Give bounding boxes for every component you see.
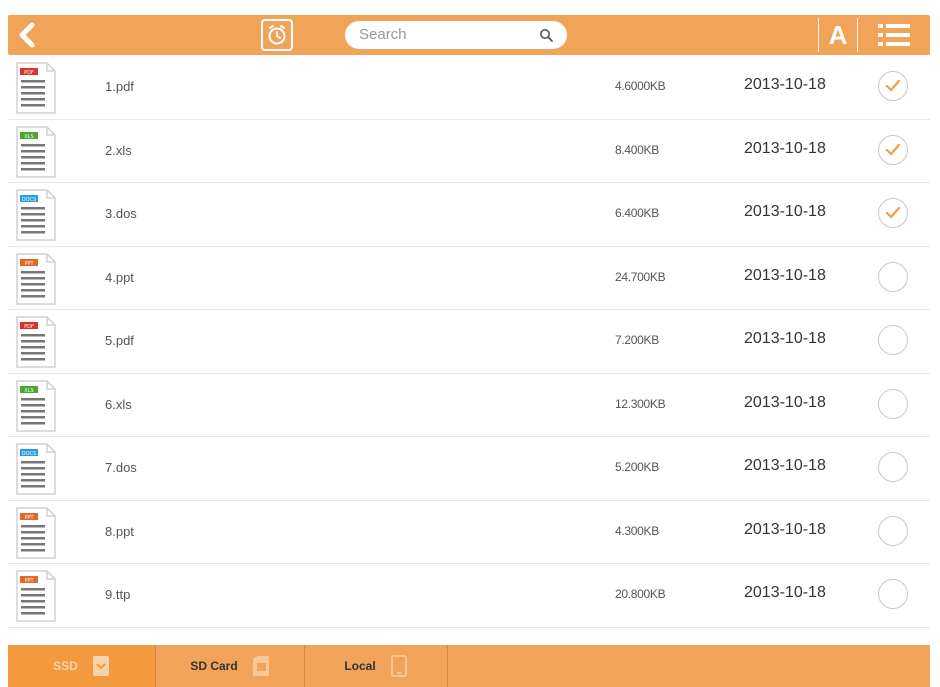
file-date: 2013-10-18 (744, 393, 826, 411)
list-view-icon (878, 24, 910, 46)
font-size-button[interactable]: A (818, 18, 858, 52)
file-list: PDF 1.pdf 4.6000KB 2013-10-18 XLS 2.xls 8.400K… (8, 56, 930, 628)
top-bar: Search A (8, 15, 930, 55)
select-checkbox[interactable] (878, 325, 908, 355)
svg-text:XLS: XLS (24, 134, 33, 140)
file-row[interactable]: PDF 5.pdf 7.200KB 2013-10-18 (8, 310, 930, 374)
document-icon: PDF (16, 62, 56, 114)
file-name: 7.dos (105, 460, 137, 475)
file-name: 2.xls (105, 142, 132, 158)
file-date: 2013-10-18 (744, 139, 826, 157)
file-date: 2013-10-18 (744, 520, 826, 538)
back-button[interactable] (12, 19, 44, 51)
file-size: 7.200KB (615, 333, 659, 347)
file-date: 2013-10-18 (744, 76, 826, 93)
document-icon: PPT (16, 506, 56, 559)
file-size: 12.300KB (615, 396, 666, 411)
file-row[interactable]: XLS 2.xls 8.400KB 2013-10-18 (8, 120, 930, 183)
select-checkbox[interactable] (878, 515, 908, 546)
timer-button[interactable] (261, 19, 293, 51)
file-name: 6.xls (105, 396, 132, 412)
document-icon: PDF (16, 316, 56, 368)
tab-ssd[interactable]: SSD (8, 645, 156, 687)
document-icon: DOCS (16, 189, 56, 241)
document-icon: PPT (16, 252, 56, 305)
svg-text:PPT: PPT (24, 515, 34, 521)
file-row[interactable]: PPT 8.ppt 4.300KB 2013-10-18 (8, 501, 930, 564)
back-arrow-icon (19, 22, 35, 48)
svg-text:DOCS: DOCS (22, 451, 36, 457)
search-icon[interactable] (539, 28, 553, 42)
svg-text:XLS: XLS (24, 388, 33, 394)
select-checkbox[interactable] (878, 261, 908, 292)
file-row[interactable]: PPT 9.ttp 20.800KB 2013-10-18 (8, 564, 930, 628)
tab-local-label: Local (344, 659, 376, 673)
file-size: 6.400KB (615, 206, 659, 220)
file-size: 4.6000KB (615, 79, 666, 93)
alarm-clock-icon (268, 25, 286, 45)
file-size: 4.300KB (615, 523, 659, 538)
svg-text:DOCS: DOCS (22, 197, 36, 203)
tab-sd-card[interactable]: SD Card (156, 645, 305, 687)
document-icon: XLS (16, 379, 56, 432)
file-date: 2013-10-18 (744, 584, 826, 601)
document-icon: PPT (16, 570, 56, 622)
svg-text:PPT: PPT (24, 578, 34, 584)
file-name: 4.ppt (105, 269, 134, 285)
tab-local[interactable]: Local (305, 645, 448, 687)
select-checkbox[interactable] (878, 452, 908, 482)
file-size: 24.700KB (615, 269, 666, 284)
svg-text:PDF: PDF (24, 324, 34, 330)
tab-ssd-label: SSD (53, 659, 78, 673)
document-icon: DOCS (16, 443, 56, 495)
search-input[interactable]: Search (345, 21, 567, 49)
file-row[interactable]: XLS 6.xls 12.300KB 2013-10-18 (8, 374, 930, 437)
select-checkbox[interactable] (878, 71, 908, 101)
sd-card-icon (252, 656, 269, 676)
tab-sd-card-label: SD Card (190, 659, 238, 673)
file-size: 5.200KB (615, 460, 659, 474)
select-checkbox[interactable] (878, 134, 908, 165)
svg-text:PPT: PPT (24, 261, 34, 267)
file-row[interactable]: PDF 1.pdf 4.6000KB 2013-10-18 (8, 56, 930, 120)
search-placeholder: Search (359, 26, 407, 43)
list-view-button[interactable] (872, 19, 916, 51)
svg-text:PDF: PDF (24, 70, 34, 76)
select-checkbox[interactable] (878, 198, 908, 228)
bottom-bar: SSD SD Card Local (8, 645, 930, 687)
file-date: 2013-10-18 (744, 330, 826, 347)
select-checkbox[interactable] (878, 579, 908, 609)
phone-icon (390, 655, 407, 677)
file-date: 2013-10-18 (744, 203, 826, 220)
ssd-icon (92, 656, 109, 676)
file-row[interactable]: DOCS 3.dos 6.400KB 2013-10-18 (8, 183, 930, 247)
file-name: 8.ppt (105, 523, 134, 539)
file-date: 2013-10-18 (744, 457, 826, 474)
document-icon: XLS (16, 125, 56, 178)
file-row[interactable]: DOCS 7.dos 5.200KB 2013-10-18 (8, 437, 930, 501)
file-date: 2013-10-18 (744, 266, 826, 284)
file-name: 5.pdf (105, 333, 134, 348)
checkmark-icon (885, 143, 901, 155)
file-size: 8.400KB (615, 142, 659, 157)
checkmark-icon (885, 206, 901, 219)
file-name: 3.dos (105, 206, 137, 221)
file-size: 20.800KB (615, 587, 666, 601)
file-row[interactable]: PPT 4.ppt 24.700KB 2013-10-18 (8, 247, 930, 310)
checkmark-icon (885, 79, 901, 92)
select-checkbox[interactable] (878, 388, 908, 419)
file-name: 9.ttp (105, 587, 131, 602)
file-name: 1.pdf (105, 79, 134, 94)
